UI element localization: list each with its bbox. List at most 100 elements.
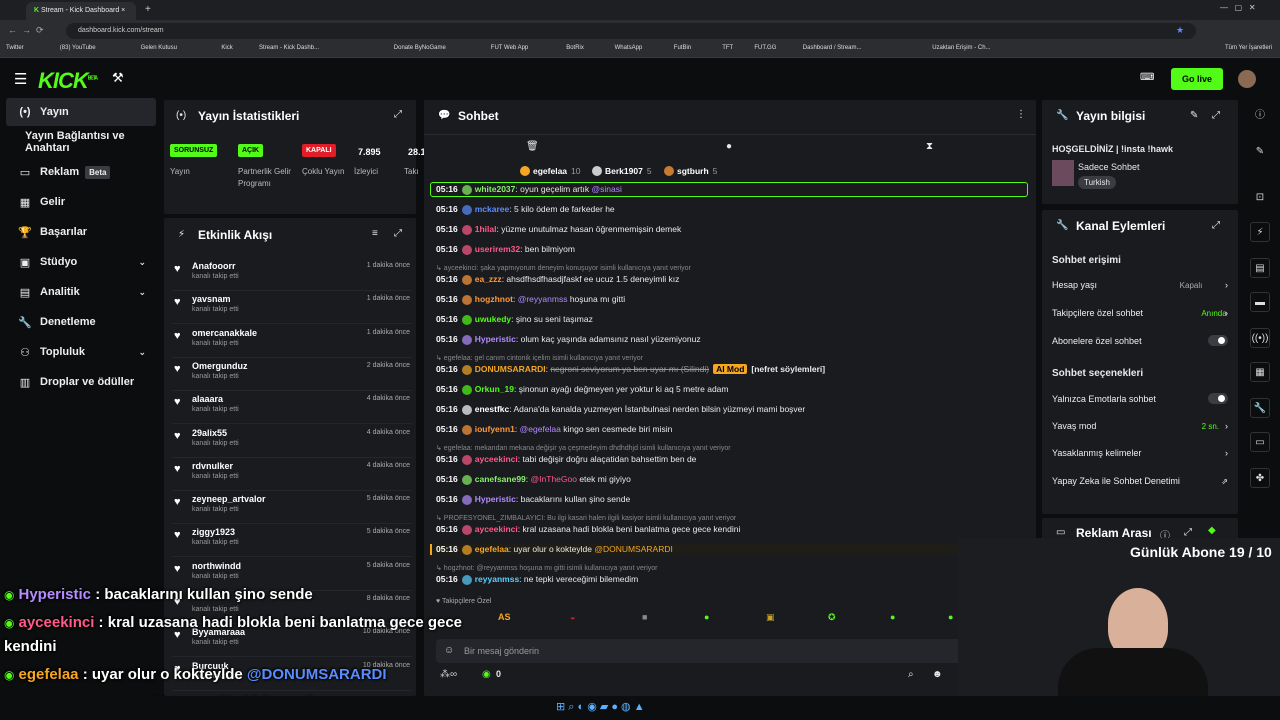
keyboard-icon[interactable]: ⌨ <box>1140 72 1154 83</box>
chat-message[interactable]: 05:16 hogzhnot: @reyyanmss hoşuna mı gitt… <box>436 294 1026 305</box>
bookmark-item[interactable]: Twitter <box>6 45 24 51</box>
chat-username[interactable]: DONUMSARARDI <box>475 364 546 374</box>
chat-message[interactable]: 05:16 userirem32: ben bilmiyom <box>436 244 1026 255</box>
bookmark-item[interactable]: Gelen Kutusu <box>141 45 177 51</box>
chevron-right-icon[interactable]: › <box>1225 308 1228 318</box>
hourglass-icon[interactable]: ⧗ <box>926 141 933 152</box>
taskbar-apps[interactable]: ⊞ ⌕ ◐ ◉ ▰ ● ◍ ▲ <box>556 700 645 714</box>
bookmark-item[interactable]: Stream - Kick Dashb... <box>259 45 319 51</box>
chat-username[interactable]: ioufyenn1 <box>475 424 515 434</box>
wrench-icon[interactable]: 🔧 <box>1250 398 1270 418</box>
chat-message[interactable]: 05:16 ioufyenn1: @egefelaa kingo sen cesm… <box>436 424 1026 435</box>
emote-icon[interactable]: ⁂∞ <box>440 669 457 680</box>
setting-row[interactable]: Takipçilere özel sohbet Anında › <box>1052 308 1228 318</box>
emote-blob-icon[interactable]: ● <box>890 612 895 622</box>
smile-icon[interactable]: ☺ <box>444 645 454 656</box>
radio-icon[interactable]: ((•)) <box>1250 328 1270 348</box>
chevron-right-icon[interactable]: › <box>1225 280 1228 290</box>
chat-message[interactable]: 05:16 reyyanmss: ne tepki vereceğimi bile… <box>436 574 1026 585</box>
chat-message[interactable]: 05:16 Hyperistic: bacaklarını kullan şino… <box>436 494 1026 505</box>
emote-kick-icon[interactable]: ● <box>704 612 709 622</box>
trash-icon[interactable]: 🗑 <box>526 141 539 152</box>
bolt-icon[interactable]: ⚡ <box>1250 222 1270 242</box>
external-link-icon[interactable]: ⇗ <box>1221 477 1228 486</box>
sidebar-item-7[interactable]: 🔧 Denetleme <box>6 308 156 336</box>
puzzle-icon[interactable]: ✤ <box>1250 468 1270 488</box>
chat-input[interactable]: ☺ Bir mesaj gönderin <box>436 639 1024 663</box>
chat-message[interactable]: 05:16 mckaree: 5 kilo ödem de farkeder he <box>436 204 1026 215</box>
chat-message[interactable]: 05:16 ayceekinci: tabi değişir doğru alaç… <box>436 454 1026 465</box>
setting-row[interactable]: Hesap yaşı Kapalı › <box>1052 280 1228 290</box>
chat-username[interactable]: userirem32 <box>475 244 520 254</box>
window-controls[interactable]: — ▢ ✕ <box>1220 3 1256 12</box>
emote-gear-icon[interactable]: ✪ <box>828 612 836 623</box>
chat-message[interactable]: 05:16 DONUMSARARDI: negroni seviyorum ya … <box>436 364 1026 375</box>
menu-icon[interactable]: ☰ <box>14 70 27 88</box>
setting-row[interactable]: Yasaklanmış kelimeler › <box>1052 448 1228 458</box>
bookmark-item[interactable]: (83) YouTube <box>60 45 96 51</box>
emoji-icon[interactable]: ☻ <box>932 669 943 680</box>
emote-as-icon[interactable]: AS <box>498 612 511 622</box>
sidebar-item-3[interactable]: ▦ Gelir <box>6 188 156 216</box>
speech-icon[interactable]: ● <box>726 141 732 152</box>
bookmarks-all[interactable]: Tüm Yer İşaretleri <box>1225 45 1272 51</box>
chat-message[interactable]: 05:16 Orkun_19: şinonun ayağı değmeyen ye… <box>436 384 1026 395</box>
info-icon[interactable]: ⓘ <box>1250 106 1270 126</box>
scan-icon[interactable]: ⊡ <box>1250 188 1270 208</box>
expand-icon[interactable]: ⤢ <box>1184 527 1192 538</box>
chat-username[interactable]: reyyanmss <box>475 574 519 584</box>
window-icon[interactable]: ▭ <box>1250 432 1270 452</box>
bookmark-item[interactable]: FutBin <box>674 45 691 51</box>
chevron-down-icon[interactable]: ⌄ <box>138 287 146 298</box>
emote-gauge-icon[interactable]: ◒ <box>570 612 575 622</box>
bookmark-item[interactable]: Dashboard / Stream... <box>803 45 862 51</box>
toggle-switch[interactable] <box>1208 393 1228 404</box>
chevron-down-icon[interactable]: ⌄ <box>138 347 146 358</box>
bookmark-item[interactable]: Kick <box>221 45 232 51</box>
chat-username[interactable]: ayceekinci <box>475 524 518 534</box>
chat-message[interactable]: 05:16 enestfkc: Adana'da kanalda yuzmeyen… <box>436 404 1026 415</box>
chat-username[interactable]: white2037 <box>475 184 516 194</box>
mention[interactable]: @reyyanmss <box>518 294 568 304</box>
chevron-down-icon[interactable]: ⌄ <box>138 257 146 268</box>
chat-username[interactable]: enestfkc <box>475 404 510 414</box>
chat-username[interactable]: egefelaa <box>475 544 509 554</box>
bookmark-item[interactable]: FUT.GG <box>754 45 776 51</box>
bookmark-item[interactable]: BotRix <box>566 45 584 51</box>
expand-icon[interactable]: ⤢ <box>1212 110 1220 121</box>
chat-username[interactable]: 1hilal <box>475 224 497 234</box>
sidebar-item-6[interactable]: ▤ Analitik ⌄ <box>6 278 156 306</box>
chat-username[interactable]: mckaree <box>475 204 510 214</box>
emote-bar[interactable]: AS ◒ ■ ● ▣ ✪ ● ● <box>436 610 956 628</box>
kick-logo[interactable]: KICKBETA <box>38 68 98 94</box>
nav-buttons[interactable]: ← → ⟳ <box>8 25 44 36</box>
chat-username[interactable]: ayceekinci <box>475 454 518 464</box>
bookmark-item[interactable]: TFT <box>722 45 733 51</box>
sidebar-item-2[interactable]: ▭ Reklam Beta <box>6 158 156 186</box>
sidebar-item-1[interactable]: Yayın Bağlantısı ve Anahtarı <box>6 128 156 156</box>
url-field[interactable]: dashboard.kick.com/stream <box>66 23 1196 39</box>
chat-message[interactable]: 05:16 1hilal: yüzme unutulmaz hasan öğren… <box>436 224 1026 235</box>
chat-message[interactable]: 05:16 ayceekinci: kral uzasana hadi blokl… <box>436 524 1026 535</box>
chat-username[interactable]: hogzhnot <box>475 294 513 304</box>
chat-message[interactable]: 05:16 canefsane99: @InTheGoo etek mi giyi… <box>436 474 1026 485</box>
chat-username[interactable]: ea_zzz <box>475 274 502 284</box>
bookmark-item[interactable]: Donate ByNoGame <box>394 45 446 51</box>
chat-username[interactable]: canefsane99 <box>475 474 526 484</box>
bookmark-item[interactable]: Uzaktan Erişim - Ch... <box>932 45 990 51</box>
sidebar-item-4[interactable]: 🏆 Başarılar <box>6 218 156 246</box>
mention[interactable]: @DONUMSARARDI <box>594 544 673 554</box>
setting-row[interactable]: Yapay Zeka ile Sohbet Denetimi ⇗ <box>1052 476 1228 486</box>
avatar[interactable] <box>1238 70 1256 88</box>
diamond-icon[interactable]: ◆ <box>1208 525 1216 536</box>
filter-icon[interactable]: ≡ <box>372 228 378 239</box>
emote-box-icon[interactable]: ▣ <box>766 612 775 623</box>
chat-message[interactable]: 05:16 ea_zzz: ahsdfhsdfhasdjfaskf ee ucuz… <box>436 274 1026 285</box>
bookmark-item[interactable]: FUT Web App <box>491 45 528 51</box>
hammer-icon[interactable]: ⚒ <box>112 70 124 86</box>
mention[interactable]: @sinasi <box>591 184 621 194</box>
server-icon[interactable]: ▦ <box>1250 362 1270 382</box>
chat-message[interactable]: 05:16 white2037: oyun geçelim artık @sina… <box>430 182 1028 197</box>
chat-message[interactable]: 05:16 uwukedy: şino su seni taşımaz <box>436 314 1026 325</box>
note-icon[interactable]: ▤ <box>1250 258 1270 278</box>
